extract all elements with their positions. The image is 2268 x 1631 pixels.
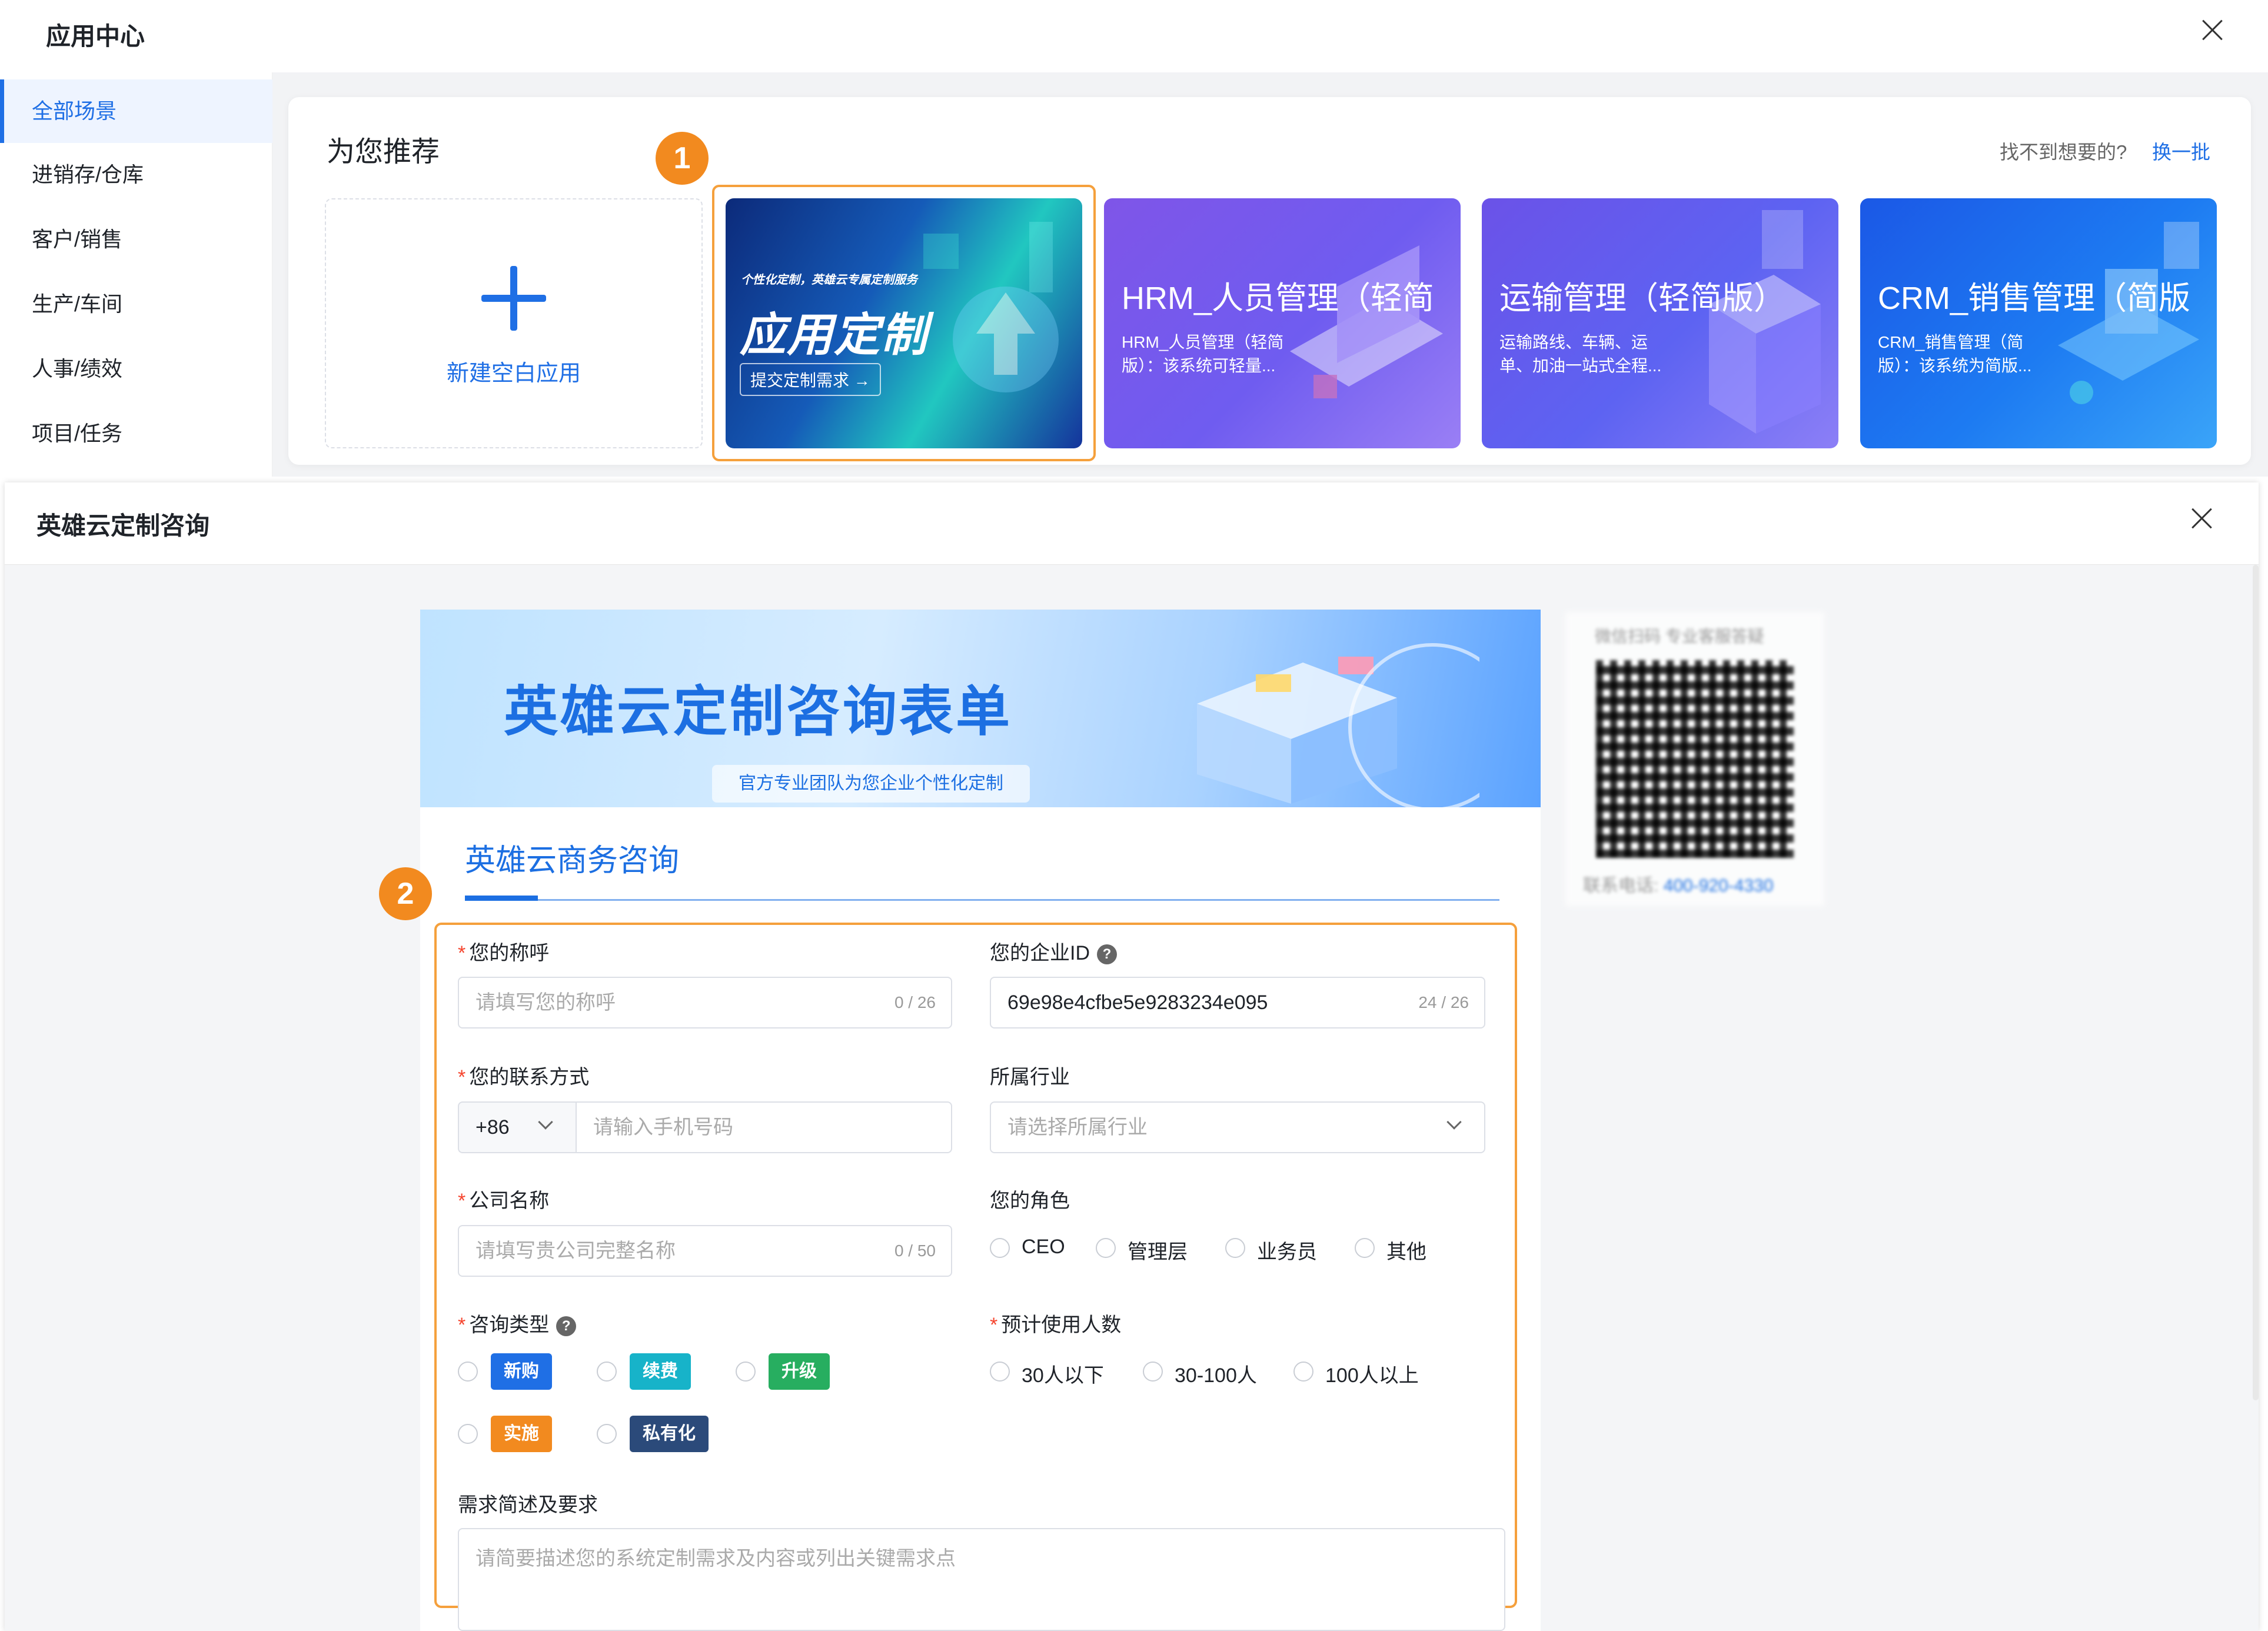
sidebar-item-production[interactable]: 生产/车间 — [0, 272, 272, 336]
sidebar-item-hr[interactable]: 人事/绩效 — [0, 337, 272, 401]
industry-select[interactable]: 请选择所属行业 — [990, 1101, 1485, 1153]
consult-type-radio-new[interactable] — [458, 1362, 478, 1382]
scrollbar[interactable] — [2253, 565, 2259, 1400]
enterprise-id-input[interactable]: 69e98e4cfbe5e9283234e095 24 / 26 — [990, 977, 1485, 1028]
building-illustration-icon — [1709, 210, 1821, 434]
consult-type-tag: 新购 — [491, 1353, 552, 1390]
help-icon[interactable]: ? — [1097, 944, 1117, 965]
company-input[interactable]: 请填写贵公司完整名称 0 / 50 — [458, 1225, 952, 1277]
form-section-title: 英雄云商务咨询 — [465, 844, 680, 878]
sidebar-item-inventory[interactable]: 进销存/仓库 — [0, 143, 272, 207]
role-radio-other[interactable] — [1355, 1238, 1375, 1258]
template-card-transport[interactable]: 运输管理（轻简版） 运输路线、车辆、运单、加油一站式全程... — [1482, 198, 1838, 448]
help-icon[interactable]: ? — [556, 1316, 577, 1337]
industry-label: 所属行业 — [990, 1066, 1070, 1089]
template-card-crm[interactable]: CRM_销售管理（简版 CRM_销售管理（简版）：该系统为简版... — [1860, 198, 2217, 448]
consult-type-tag: 续费 — [630, 1353, 691, 1390]
custom-card-subtitle: 个性化定制，英雄云专属定制服务 — [741, 274, 917, 287]
template-name: CRM_销售管理（简版 — [1878, 281, 2191, 316]
name-input[interactable]: 请填写您的称呼 0 / 26 — [458, 977, 952, 1028]
recommend-hint: 找不到想要的? — [2000, 141, 2127, 163]
template-desc: CRM_销售管理（简版）：该系统为简版... — [1878, 333, 2032, 375]
submit-custom-request-button[interactable]: 提交定制需求 → — [740, 363, 881, 396]
consult-title: 英雄云定制咨询 — [36, 512, 210, 540]
users-radio-over-100[interactable] — [1293, 1362, 1313, 1382]
laptop-illustration-icon — [1290, 245, 1443, 398]
name-counter: 0 / 26 — [894, 993, 936, 1011]
consult-header — [5, 482, 2259, 565]
role-radio-ceo[interactable] — [990, 1238, 1010, 1258]
company-counter: 0 / 50 — [894, 1241, 936, 1260]
users-label: * 预计使用人数 — [990, 1314, 1122, 1336]
app-center-header — [0, 0, 2268, 72]
consult-type-radio-implement[interactable] — [458, 1424, 478, 1444]
enterprise-id-counter: 24 / 26 — [1418, 993, 1469, 1011]
consult-type-label: * 咨询类型? — [458, 1309, 577, 1337]
sidebar-item-project[interactable]: 项目/任务 — [0, 402, 272, 465]
company-label: * 公司名称 — [458, 1190, 550, 1212]
qr-phone: 联系电话: 400-920-4330 — [1583, 871, 1774, 897]
users-option-label: 100人以上 — [1325, 1364, 1419, 1387]
close-icon[interactable] — [2184, 501, 2220, 537]
consult-type-tag: 私有化 — [630, 1416, 709, 1452]
sidebar-item-all[interactable]: 全部场景 — [0, 79, 272, 143]
qr-phone-label: 联系电话: — [1583, 876, 1659, 896]
plus-icon — [481, 266, 546, 331]
description-textarea[interactable]: 请简要描述您的系统定制需求及内容或列出关键需求点 — [458, 1528, 1505, 1631]
step-badge-2: 2 — [379, 867, 432, 920]
consult-type-tag: 升级 — [769, 1353, 830, 1390]
banner-subtitle: 官方专业团队为您企业个性化定制 — [712, 765, 1030, 803]
role-label: 您的角色 — [990, 1190, 1070, 1212]
consult-type-radio-renew[interactable] — [597, 1362, 617, 1382]
app-custom-card[interactable]: 个性化定制，英雄云专属定制服务 应用定制 提交定制需求 → — [726, 198, 1082, 448]
phone-input[interactable]: 请输入手机号码 — [576, 1101, 952, 1153]
qr-phone-number: 400-920-4330 — [1663, 876, 1774, 896]
recommend-title: 为您推荐 — [327, 137, 440, 168]
consult-type-tag: 实施 — [491, 1416, 552, 1452]
scene-sidebar: 全部场景 进销存/仓库 客户/销售 生产/车间 人事/绩效 项目/任务 — [0, 72, 272, 477]
users-option-label: 30-100人 — [1175, 1364, 1257, 1387]
template-desc: HRM_人员管理（轻简版）：该系统可轻量... — [1122, 333, 1284, 375]
consult-type-radio-upgrade[interactable] — [736, 1362, 756, 1382]
role-option-label: 业务员 — [1257, 1241, 1317, 1263]
step-badge-1: 1 — [656, 132, 709, 185]
banner-title: 英雄云定制咨询表单 — [504, 682, 1013, 742]
sidebar-item-sales[interactable]: 客户/销售 — [0, 208, 272, 271]
qr-caption: 微信扫码 专业客服答疑 — [1595, 627, 1764, 645]
users-radio-under-30[interactable] — [990, 1362, 1010, 1382]
contact-label: * 您的联系方式 — [458, 1066, 590, 1089]
country-code-select[interactable]: +86 — [458, 1101, 576, 1153]
template-name: 运输管理（轻简版） — [1499, 281, 1785, 316]
template-card-hrm[interactable]: HRM_人员管理（轻简 HRM_人员管理（轻简版）：该系统可轻量... — [1104, 198, 1461, 448]
cubes-illustration-icon — [1197, 643, 1479, 807]
new-blank-app-label: 新建空白应用 — [446, 361, 581, 386]
section-divider — [465, 899, 1499, 901]
role-radio-manager[interactable] — [1096, 1238, 1116, 1258]
qr-code-icon — [1596, 660, 1794, 858]
role-radio-sales[interactable] — [1225, 1238, 1245, 1258]
template-name: HRM_人员管理（轻简 — [1122, 281, 1435, 316]
app-center-title: 应用中心 — [46, 22, 145, 50]
refresh-link[interactable]: 换一批 — [2152, 137, 2210, 165]
network-illustration-icon — [2058, 222, 2199, 404]
role-option-label: 管理层 — [1128, 1241, 1188, 1263]
template-desc: 运输路线、车辆、运单、加油一站式全程... — [1499, 333, 1662, 375]
consult-type-radio-private[interactable] — [597, 1424, 617, 1444]
enterprise-id-label: 您的企业ID? — [990, 937, 1117, 966]
role-option-label: CEO — [1022, 1236, 1065, 1258]
custom-card-title: 应用定制 — [740, 309, 929, 361]
users-option-label: 30人以下 — [1022, 1364, 1104, 1387]
name-label: * 您的称呼 — [458, 942, 550, 964]
role-option-label: 其他 — [1386, 1241, 1426, 1263]
section-tab-indicator — [465, 896, 538, 901]
users-radio-30-100[interactable] — [1143, 1362, 1163, 1382]
description-label: 需求简述及要求 — [458, 1494, 598, 1516]
close-icon[interactable] — [2195, 13, 2230, 48]
